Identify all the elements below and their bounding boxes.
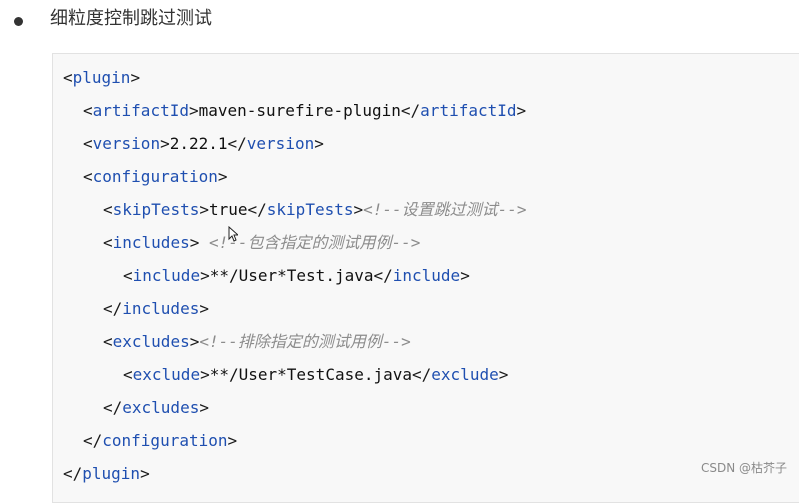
code-line: <exclude>**/User*TestCase.java</exclude>: [123, 365, 509, 384]
code-comment: <!--排除指定的测试用例-->: [199, 332, 411, 351]
bullet-icon: [14, 17, 23, 26]
code-comment: <!--包含指定的测试用例-->: [208, 233, 421, 252]
code-line: <artifactId>maven-surefire-plugin</artif…: [83, 101, 527, 120]
code-line: <configuration>: [83, 167, 228, 186]
code-line: <includes> <!--包含指定的测试用例-->: [103, 233, 421, 252]
code-line: </plugin>: [63, 464, 150, 483]
section-heading: 细粒度控制跳过测试: [0, 0, 799, 42]
code-block: <plugin> <artifactId>maven-surefire-plug…: [52, 53, 799, 503]
code-line: <version>2.22.1</version>: [83, 134, 324, 153]
code-line: <plugin>: [63, 68, 141, 87]
mouse-pointer-icon: [228, 226, 238, 242]
heading-text: 细粒度控制跳过测试: [50, 8, 212, 29]
code-line: </includes>: [103, 299, 209, 318]
code-line: <excludes><!--排除指定的测试用例-->: [103, 332, 411, 351]
code-line: <skipTests>true</skipTests><!--设置跳过测试-->: [103, 200, 527, 219]
code-line: <include>**/User*Test.java</include>: [123, 266, 470, 285]
code-line: </excludes>: [103, 398, 209, 417]
code-comment: <!--设置跳过测试-->: [363, 200, 527, 219]
watermark: CSDN @枯芥子: [700, 461, 787, 475]
code-line: </configuration>: [83, 431, 238, 450]
